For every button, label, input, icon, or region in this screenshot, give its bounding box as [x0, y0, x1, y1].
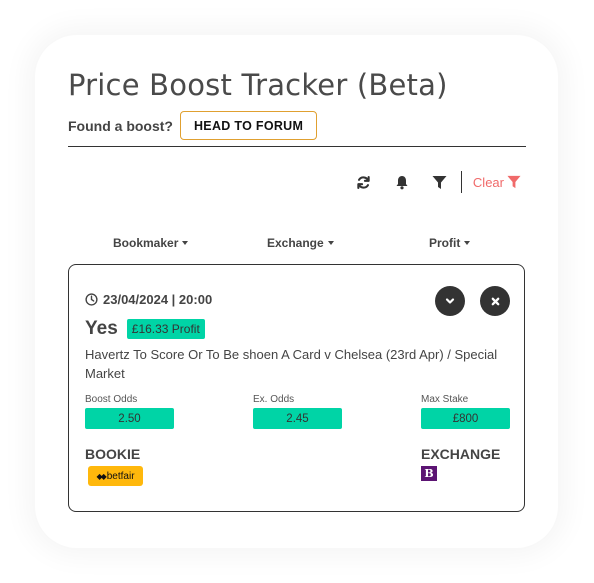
close-icon: [491, 297, 499, 305]
bookie-label: BOOKIE: [85, 446, 141, 462]
betfair-logo[interactable]: ◆◆ betfair: [88, 466, 143, 486]
boost-odds: Boost Odds 2.50: [85, 394, 174, 429]
expand-button[interactable]: [435, 286, 465, 316]
boost-card: 23/04/2024 | 20:00 Yes £16.33 Profit Hav…: [68, 264, 525, 512]
clear-filters-button[interactable]: Clear: [473, 175, 521, 190]
max-stake: Max Stake £800: [421, 394, 510, 429]
caret-down-icon: [182, 241, 189, 245]
max-stake-value: £800: [421, 408, 510, 429]
clear-filter-icon: [507, 175, 521, 189]
sort-profit-label: Profit: [429, 236, 461, 250]
clear-label: Clear: [472, 174, 504, 190]
sort-exchange[interactable]: Exchange: [267, 236, 334, 250]
page-title: Price Boost Tracker (Beta): [68, 68, 448, 102]
chevron-down-icon: [445, 298, 455, 304]
filter-icon[interactable]: [432, 174, 448, 190]
exchange-odds-label: Ex. Odds: [253, 394, 295, 405]
header-divider: [68, 146, 526, 147]
head-to-forum-button[interactable]: HEAD TO FORUM: [179, 111, 318, 140]
bell-icon[interactable]: [394, 174, 410, 190]
exchange-logo[interactable]: B: [421, 466, 437, 481]
max-stake-label: Max Stake: [421, 394, 469, 405]
toolbar-separator: [460, 171, 462, 193]
bookie-name: betfair: [106, 470, 135, 482]
sort-header: Bookmaker Exchange Profit: [68, 236, 526, 254]
exchange-odds: Ex. Odds 2.45: [253, 394, 342, 429]
datetime-text: 23/04/2024 | 20:00: [103, 292, 213, 307]
outcome-label: Yes: [85, 318, 118, 339]
market-description: Havertz To Score Or To Be shoen A Card v…: [85, 347, 498, 381]
found-boost-label: Found a boost?: [68, 117, 173, 134]
profit-badge: £16.33 Profit: [126, 319, 205, 339]
caret-down-icon: [464, 241, 471, 245]
exchange-odds-value: 2.45: [253, 408, 342, 429]
bookie-section: BOOKIE ◆◆ betfair: [85, 446, 143, 486]
sort-bookmaker[interactable]: Bookmaker: [113, 236, 189, 250]
sort-bookmaker-label: Bookmaker: [113, 236, 179, 250]
clock-icon: [85, 293, 98, 306]
boost-odds-label: Boost Odds: [85, 394, 138, 405]
refresh-icon[interactable]: [356, 174, 372, 190]
toolbar: Clear: [356, 170, 521, 194]
sort-exchange-label: Exchange: [267, 236, 324, 250]
event-datetime: 23/04/2024 | 20:00: [85, 292, 212, 307]
forum-prompt: Found a boost? HEAD TO FORUM: [68, 110, 318, 141]
sort-profit[interactable]: Profit: [429, 236, 471, 250]
exchange-label: EXCHANGE: [421, 446, 501, 462]
betfair-dots-icon: ◆◆: [96, 471, 106, 481]
boost-odds-value: 2.50: [85, 408, 174, 429]
dismiss-button[interactable]: [480, 286, 510, 316]
outcome-row: Yes £16.33 Profit: [85, 318, 205, 340]
caret-down-icon: [327, 241, 334, 245]
exchange-section: EXCHANGE B: [421, 446, 500, 481]
